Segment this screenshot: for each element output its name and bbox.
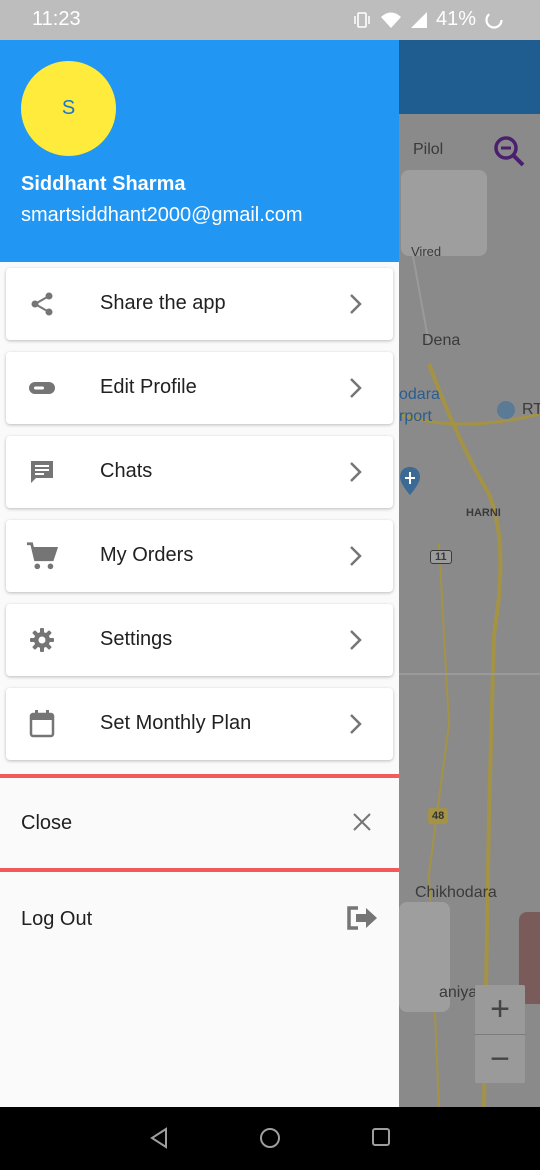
menu-item-settings[interactable]: Settings xyxy=(6,604,393,676)
chevron-right-icon xyxy=(350,378,362,398)
zoom-out-button[interactable]: − xyxy=(475,1034,525,1083)
status-time: 11:23 xyxy=(32,8,81,30)
logout-icon xyxy=(347,906,377,930)
map-label-nh48: 48 xyxy=(428,808,449,824)
gear-icon xyxy=(26,626,58,654)
recents-icon[interactable] xyxy=(371,1127,391,1147)
menu-item-label: Settings xyxy=(100,628,173,650)
drawer-header: S Siddhant Sharma smartsiddhant2000@gmai… xyxy=(0,40,399,262)
map-label-nh11: 11 xyxy=(430,550,452,564)
cart-icon xyxy=(26,542,58,570)
menu-item-chats[interactable]: Chats xyxy=(6,436,393,508)
logout-label: Log Out xyxy=(21,908,93,930)
user-name: Siddhant Sharma xyxy=(21,173,186,195)
home-icon[interactable] xyxy=(259,1127,281,1149)
logout-button[interactable]: Log Out xyxy=(0,872,399,962)
chevron-right-icon xyxy=(350,630,362,650)
wifi-icon xyxy=(380,12,401,28)
menu-item-label: Share the app xyxy=(100,292,226,314)
menu-item-my-orders[interactable]: My Orders xyxy=(6,520,393,592)
menu-item-label: Set Monthly Plan xyxy=(100,712,252,734)
chat-icon xyxy=(26,458,58,486)
map-terrain[interactable]: Pilol Vired Dena odara rport RT HARNI 11… xyxy=(399,114,540,1107)
close-icon xyxy=(353,813,371,831)
avatar[interactable]: S xyxy=(21,61,116,156)
menu-item-label: Edit Profile xyxy=(100,376,197,398)
zoom-out-search-icon[interactable] xyxy=(492,134,526,168)
chevron-right-icon xyxy=(350,546,362,566)
toggle-icon xyxy=(26,374,58,402)
map-label-pilol: Pilol xyxy=(413,141,444,158)
zoom-in-button[interactable]: + xyxy=(475,985,525,1034)
status-icons: 41% xyxy=(352,8,504,31)
map-pin-icon xyxy=(497,401,515,419)
battery-icon xyxy=(485,10,503,29)
chevron-right-icon xyxy=(350,294,362,314)
close-button[interactable]: Close xyxy=(0,778,399,868)
menu-item-monthly-plan[interactable]: Set Monthly Plan xyxy=(6,688,393,760)
battery-percent: 41% xyxy=(435,8,476,30)
map-label-dena: Dena xyxy=(422,332,461,349)
vibrate-icon xyxy=(354,11,370,28)
user-email: smartsiddhant2000@gmail.com xyxy=(21,204,303,226)
menu-item-edit-profile[interactable]: Edit Profile xyxy=(6,352,393,424)
chevron-right-icon xyxy=(350,714,362,734)
system-nav-bar xyxy=(0,1107,540,1170)
navigation-drawer: S Siddhant Sharma smartsiddhant2000@gmai… xyxy=(0,40,399,1107)
map-label-vired: Vired xyxy=(411,244,442,259)
status-bar: 11:23 41% xyxy=(0,0,540,40)
menu-item-share[interactable]: Share the app xyxy=(6,268,393,340)
share-icon xyxy=(26,290,58,318)
avatar-initial: S xyxy=(61,97,76,119)
airport-pin-icon xyxy=(400,467,420,495)
menu-item-label: Chats xyxy=(100,460,153,482)
map-label-rt: RT xyxy=(522,401,540,418)
map-label-harni: HARNI xyxy=(466,507,501,519)
signal-icon xyxy=(410,11,427,28)
map-label-vadodara: odara xyxy=(399,386,440,403)
chevron-right-icon xyxy=(350,462,362,482)
calendar-icon xyxy=(26,710,58,738)
drawer-menu: Share the app Edit Profile Chats My Orde… xyxy=(6,268,393,772)
map-app-bar xyxy=(399,40,540,114)
map-label-chikhodara: Chikhodara xyxy=(415,884,497,901)
map-view[interactable]: Pilol Vired Dena odara rport RT HARNI 11… xyxy=(399,40,540,1107)
map-label-airport: rport xyxy=(399,408,432,425)
menu-item-label: My Orders xyxy=(100,544,194,566)
zoom-controls: + − xyxy=(475,985,525,1083)
close-label: Close xyxy=(21,812,73,834)
back-icon[interactable] xyxy=(148,1127,170,1149)
